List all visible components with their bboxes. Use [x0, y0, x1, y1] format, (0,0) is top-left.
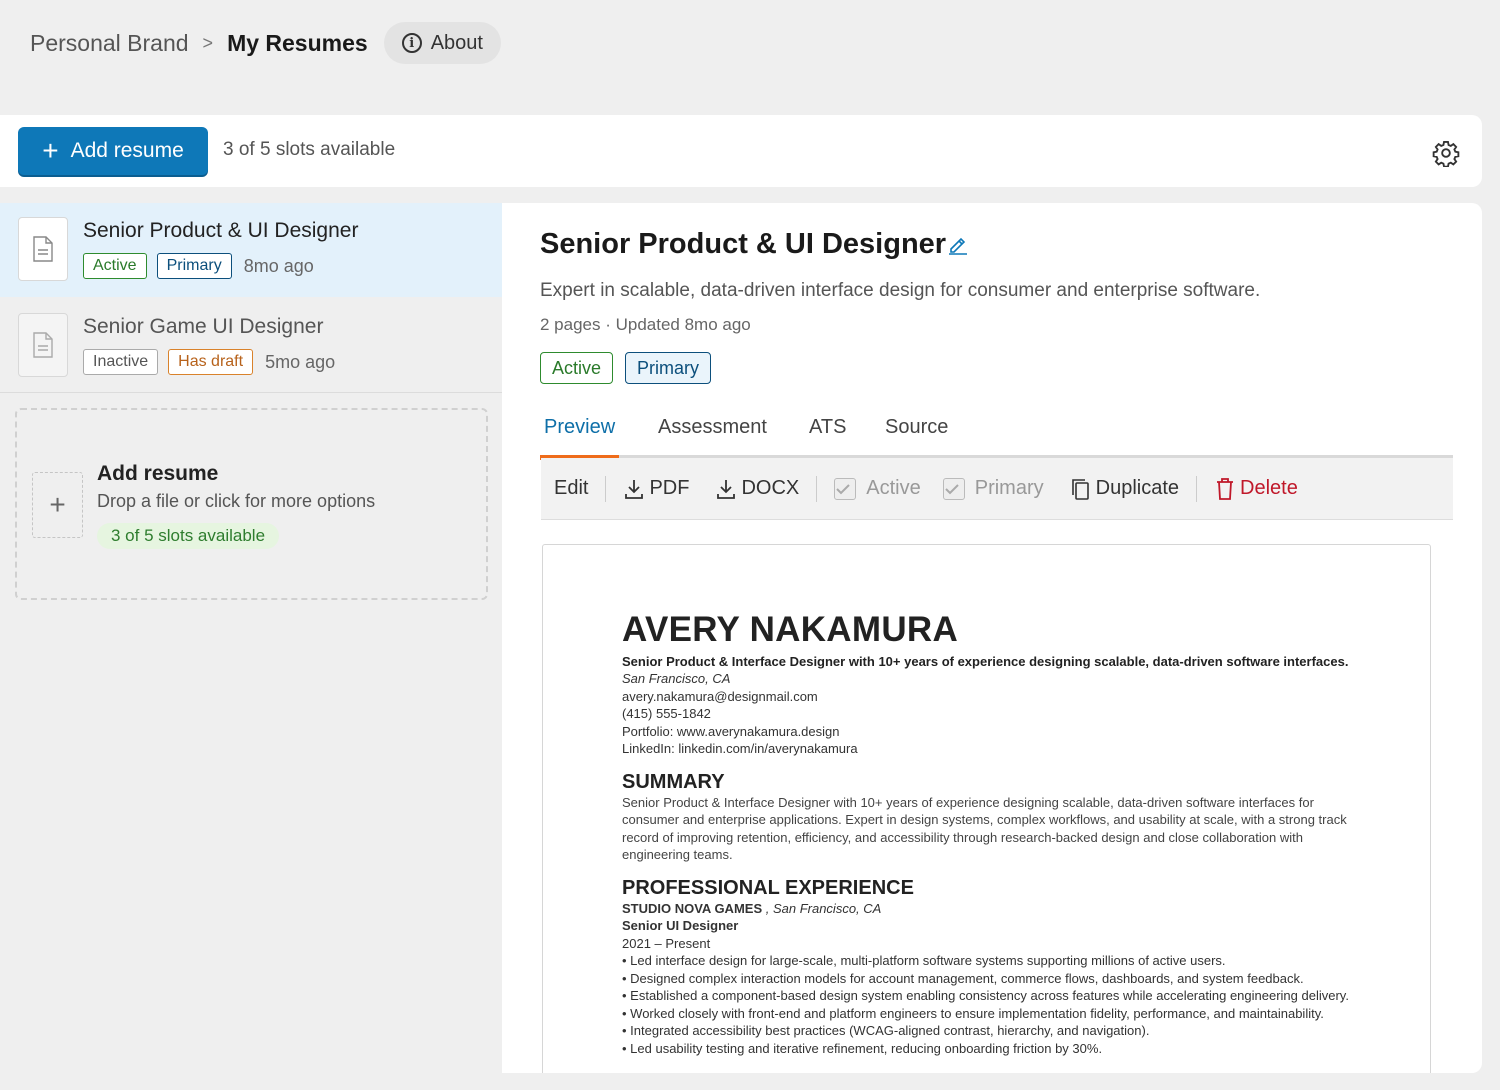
resume-item-senior-product-ui[interactable]: Senior Product & UI Designer Active Prim… [0, 203, 502, 297]
status-badge-primary: Primary [625, 352, 712, 384]
edit-button[interactable]: Edit [554, 477, 588, 500]
cv-role: Senior UI Designer [622, 918, 739, 933]
cv-bullet: • Worked closely with front-end and plat… [622, 1005, 1324, 1021]
cv-bullet: • Led interface design for large-scale, … [622, 953, 1226, 968]
edit-label: Edit [554, 477, 589, 499]
about-label: About [430, 31, 483, 54]
active-label: Active [866, 477, 921, 499]
docx-label: DOCX [741, 477, 800, 499]
breadcrumb: Personal Brand > My Resumes i About [30, 22, 501, 64]
pencil-icon[interactable] [947, 234, 969, 256]
tab-assessment[interactable]: Assessment [658, 416, 767, 458]
download-icon [625, 479, 644, 499]
slots-available-text: 3 of 5 slots available [223, 139, 396, 160]
cv-phone: (415) 555-1842 [622, 706, 711, 721]
status-badge-inactive: Inactive [83, 349, 159, 375]
breadcrumb-separator: > [202, 32, 214, 53]
resume-list: Senior Product & UI Designer Active Prim… [0, 203, 502, 1090]
duplicate-label: Duplicate [1095, 477, 1180, 499]
cv-email: avery.nakamura@designmail.com [622, 688, 818, 704]
resume-preview: AVERY NAKAMURA Senior Product & Interfac… [542, 544, 1431, 1073]
resume-item-title: Senior Game UI Designer [83, 315, 324, 338]
cv-summary-line: Senior Product & Interface Designer with… [622, 794, 1314, 810]
plus-icon: + [32, 472, 83, 538]
download-icon [717, 479, 736, 499]
add-resume-label: Add resume [70, 139, 184, 162]
cv-company-row: STUDIO NOVA GAMES , San Francisco, CA [622, 900, 1362, 918]
trash-icon [1217, 477, 1234, 500]
resume-item-age: 8mo ago [243, 255, 314, 276]
cv-portfolio: Portfolio: www.averynakamura.design [622, 723, 840, 739]
cv-experience-heading: PROFESSIONAL EXPERIENCE [622, 876, 914, 899]
cv-linkedin: LinkedIn: linkedin.com/in/averynakamura [622, 741, 858, 756]
info-icon: i [401, 33, 422, 53]
copy-icon [1071, 478, 1089, 500]
about-button[interactable]: i About [383, 22, 501, 64]
cv-headline: Senior Product & Interface Designer with… [622, 654, 1349, 669]
document-icon [18, 217, 68, 281]
cv-summary-line: consumer and enterprise applications. Ex… [622, 812, 1347, 827]
download-pdf-button[interactable]: PDF [623, 477, 689, 500]
cv-name: AVERY NAKAMURA [622, 610, 959, 649]
resume-badges: Active Primary [540, 352, 723, 384]
tab-source[interactable]: Source [885, 416, 948, 458]
resume-description: Expert in scalable, data-driven interfac… [540, 280, 1261, 301]
cv-summary-line: record of improving retention, efficienc… [622, 829, 1303, 845]
cv-summary-heading: SUMMARY [622, 770, 725, 793]
active-toggle[interactable]: Active [834, 477, 921, 500]
resume-item-senior-game-ui[interactable]: Senior Game UI Designer Inactive Has dra… [0, 299, 502, 393]
cv-dates: 2021 – Present [622, 935, 711, 951]
resume-preview-content: AVERY NAKAMURA Senior Product & Interfac… [622, 611, 1362, 1057]
resume-title: Senior Product & UI Designer [540, 228, 947, 260]
dropzone-subtitle: Drop a file or click for more options [97, 491, 376, 511]
pdf-label: PDF [649, 477, 690, 499]
resume-item-meta: Inactive Has draft 5mo ago [83, 349, 335, 375]
status-badge-active: Active [83, 253, 147, 279]
cv-bullet: • Led usability testing and iterative re… [622, 1040, 1103, 1056]
action-bar: Edit PDF DOCX Active Primary Duplicate D… [541, 458, 1453, 520]
delete-label: Delete [1240, 477, 1298, 499]
status-badge-primary: Primary [156, 253, 232, 279]
resume-detail: Senior Product & UI Designer Expert in s… [502, 203, 1482, 1073]
primary-label: Primary [974, 477, 1044, 499]
duplicate-button[interactable]: Duplicate [1070, 477, 1179, 501]
gear-icon[interactable] [1432, 139, 1460, 167]
download-docx-button[interactable]: DOCX [715, 477, 799, 500]
resume-meta: 2 pages · Updated 8mo ago [540, 315, 751, 334]
plus-icon: + [42, 135, 59, 166]
cv-bullet: • Established a component-based design s… [622, 988, 1349, 1003]
divider [816, 475, 818, 502]
add-resume-dropzone[interactable]: + Add resume Drop a file or click for mo… [15, 408, 488, 600]
checkbox-icon [942, 477, 965, 500]
resume-item-age: 5mo ago [265, 351, 336, 372]
add-resume-button[interactable]: + Add resume [18, 127, 208, 175]
tab-bar: Preview Assessment ATS Source [540, 408, 1453, 460]
cv-company-location: , San Francisco, CA [762, 900, 882, 916]
cv-bullet: • Integrated accessibility best practice… [622, 1023, 1150, 1038]
status-badge-active: Active [540, 352, 614, 384]
status-badge-draft: Has draft [168, 349, 254, 375]
tab-preview[interactable]: Preview [544, 416, 615, 458]
checkbox-icon [834, 477, 857, 500]
resume-item-title: Senior Product & UI Designer [83, 219, 359, 242]
breadcrumb-root[interactable]: Personal Brand [30, 30, 189, 57]
primary-toggle[interactable]: Primary [942, 477, 1044, 500]
cv-bullet: • Designed complex interaction models fo… [622, 970, 1304, 986]
delete-button[interactable]: Delete [1214, 477, 1298, 501]
cv-location: San Francisco, CA [622, 671, 731, 686]
divider [1196, 475, 1198, 502]
toolbar: + Add resume 3 of 5 slots available [0, 115, 1482, 187]
dropzone-title: Add resume [97, 462, 219, 485]
dropzone-slots-badge: 3 of 5 slots available [97, 523, 280, 549]
cv-summary-line: engineering teams. [622, 847, 733, 862]
page-title: My Resumes [227, 29, 368, 56]
divider [605, 475, 607, 502]
document-icon [18, 313, 68, 377]
tab-ats[interactable]: ATS [809, 416, 846, 458]
cv-company: STUDIO NOVA GAMES [622, 900, 763, 916]
resume-item-meta: Active Primary 8mo ago [83, 253, 314, 279]
